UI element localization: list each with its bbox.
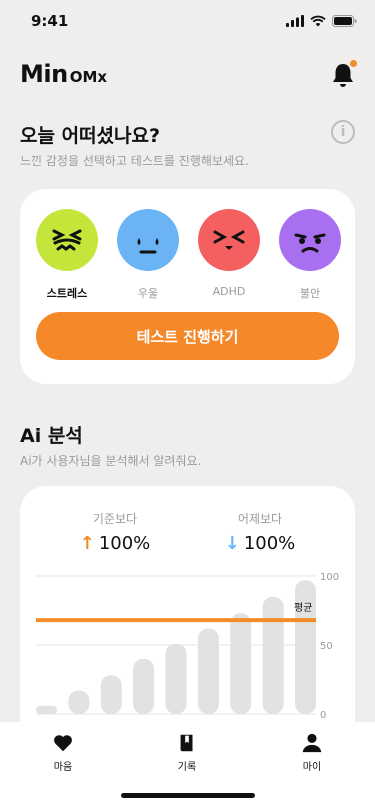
average-label: 평균 xyxy=(294,602,312,614)
emotion-anxiety[interactable]: 불안 xyxy=(279,209,341,301)
book-icon xyxy=(180,734,193,752)
tab-record[interactable]: 기록 xyxy=(157,732,217,773)
wifi-icon xyxy=(310,15,326,27)
emotion-depression[interactable]: 우울 xyxy=(117,209,179,301)
compare-yesterday: 어제보다 ↓ 100% xyxy=(190,510,330,554)
notification-dot xyxy=(350,60,357,67)
status-time: 9:41 xyxy=(31,12,69,30)
logo-sub: OMx xyxy=(69,68,108,86)
arrow-down-icon: ↓ xyxy=(224,533,240,554)
anxiety-face-icon xyxy=(279,209,341,271)
mood-title: 오늘 어떠셨나요? xyxy=(20,125,160,147)
compare-standard: 기준보다 ↑ 100% xyxy=(45,510,185,554)
chart-bar xyxy=(100,675,122,714)
emotion-adhd[interactable]: ADHD xyxy=(198,209,260,298)
adhd-face-icon xyxy=(198,209,260,271)
app-logo: Min OMx xyxy=(20,60,107,88)
compare-standard-number: 100% xyxy=(98,533,151,554)
compare-yesterday-number: 100% xyxy=(243,533,296,554)
notification-button[interactable] xyxy=(331,60,357,88)
ai-subtitle: Ai가 사용자님을 분석해서 알려줘요. xyxy=(20,454,202,468)
y-tick-label: 0 xyxy=(320,710,326,721)
info-icon[interactable]: i xyxy=(331,120,355,144)
compare-yesterday-value: ↓ 100% xyxy=(190,533,330,554)
emotion-stress[interactable]: 스트레스 xyxy=(36,209,98,301)
home-indicator xyxy=(121,793,255,798)
chart-bar xyxy=(262,596,284,714)
tab-my[interactable]: 마이 xyxy=(282,732,342,773)
tab-mind[interactable]: 마음 xyxy=(33,732,93,773)
tab-label-record: 기록 xyxy=(177,762,197,773)
arrow-up-icon: ↑ xyxy=(79,533,95,554)
ai-card: 기준보다 ↑ 100% 어제보다 ↓ 100% 100 50 0 평균 xyxy=(20,486,355,746)
tab-label-mind: 마음 xyxy=(53,762,73,773)
heart-icon xyxy=(54,735,72,752)
start-test-button[interactable]: 테스트 진행하기 xyxy=(36,312,339,360)
analysis-chart: 100 50 0 평균 xyxy=(36,572,339,721)
ai-title: Ai 분석 xyxy=(20,425,83,447)
emotion-card: 스트레스 우울 ADHD 불안 테스트 진행하기 xyxy=(20,189,355,384)
battery-icon xyxy=(332,15,357,27)
app-header: Min OMx xyxy=(20,60,357,94)
emotion-label-depression: 우울 xyxy=(137,287,159,300)
chart-bar xyxy=(295,580,316,714)
emotion-label-adhd: ADHD xyxy=(212,285,246,298)
emotion-label-anxiety: 불안 xyxy=(299,287,321,300)
chart-bar xyxy=(36,705,57,714)
person-icon xyxy=(302,733,322,753)
chart-bar xyxy=(230,613,252,714)
y-tick-label: 50 xyxy=(320,641,333,652)
emotion-label-stress: 스트레스 xyxy=(46,287,88,300)
logo-main: Min xyxy=(20,60,68,88)
status-icons xyxy=(286,15,357,27)
compare-standard-value: ↑ 100% xyxy=(45,533,185,554)
chart-bar xyxy=(68,690,90,714)
signal-icon xyxy=(286,15,304,27)
stress-face-icon xyxy=(36,209,98,271)
y-tick-label: 100 xyxy=(320,572,339,583)
chart-bar xyxy=(133,658,155,714)
chart-bar xyxy=(197,628,219,714)
status-bar: 9:41 xyxy=(0,0,375,44)
chart-bar xyxy=(165,643,187,714)
mood-subtitle: 느낀 감정을 선택하고 테스트를 진행해보세요. xyxy=(20,154,249,168)
compare-yesterday-label: 어제보다 xyxy=(237,512,283,526)
compare-standard-label: 기준보다 xyxy=(92,512,138,526)
depression-face-icon xyxy=(117,209,179,271)
tab-label-my: 마이 xyxy=(302,762,322,773)
